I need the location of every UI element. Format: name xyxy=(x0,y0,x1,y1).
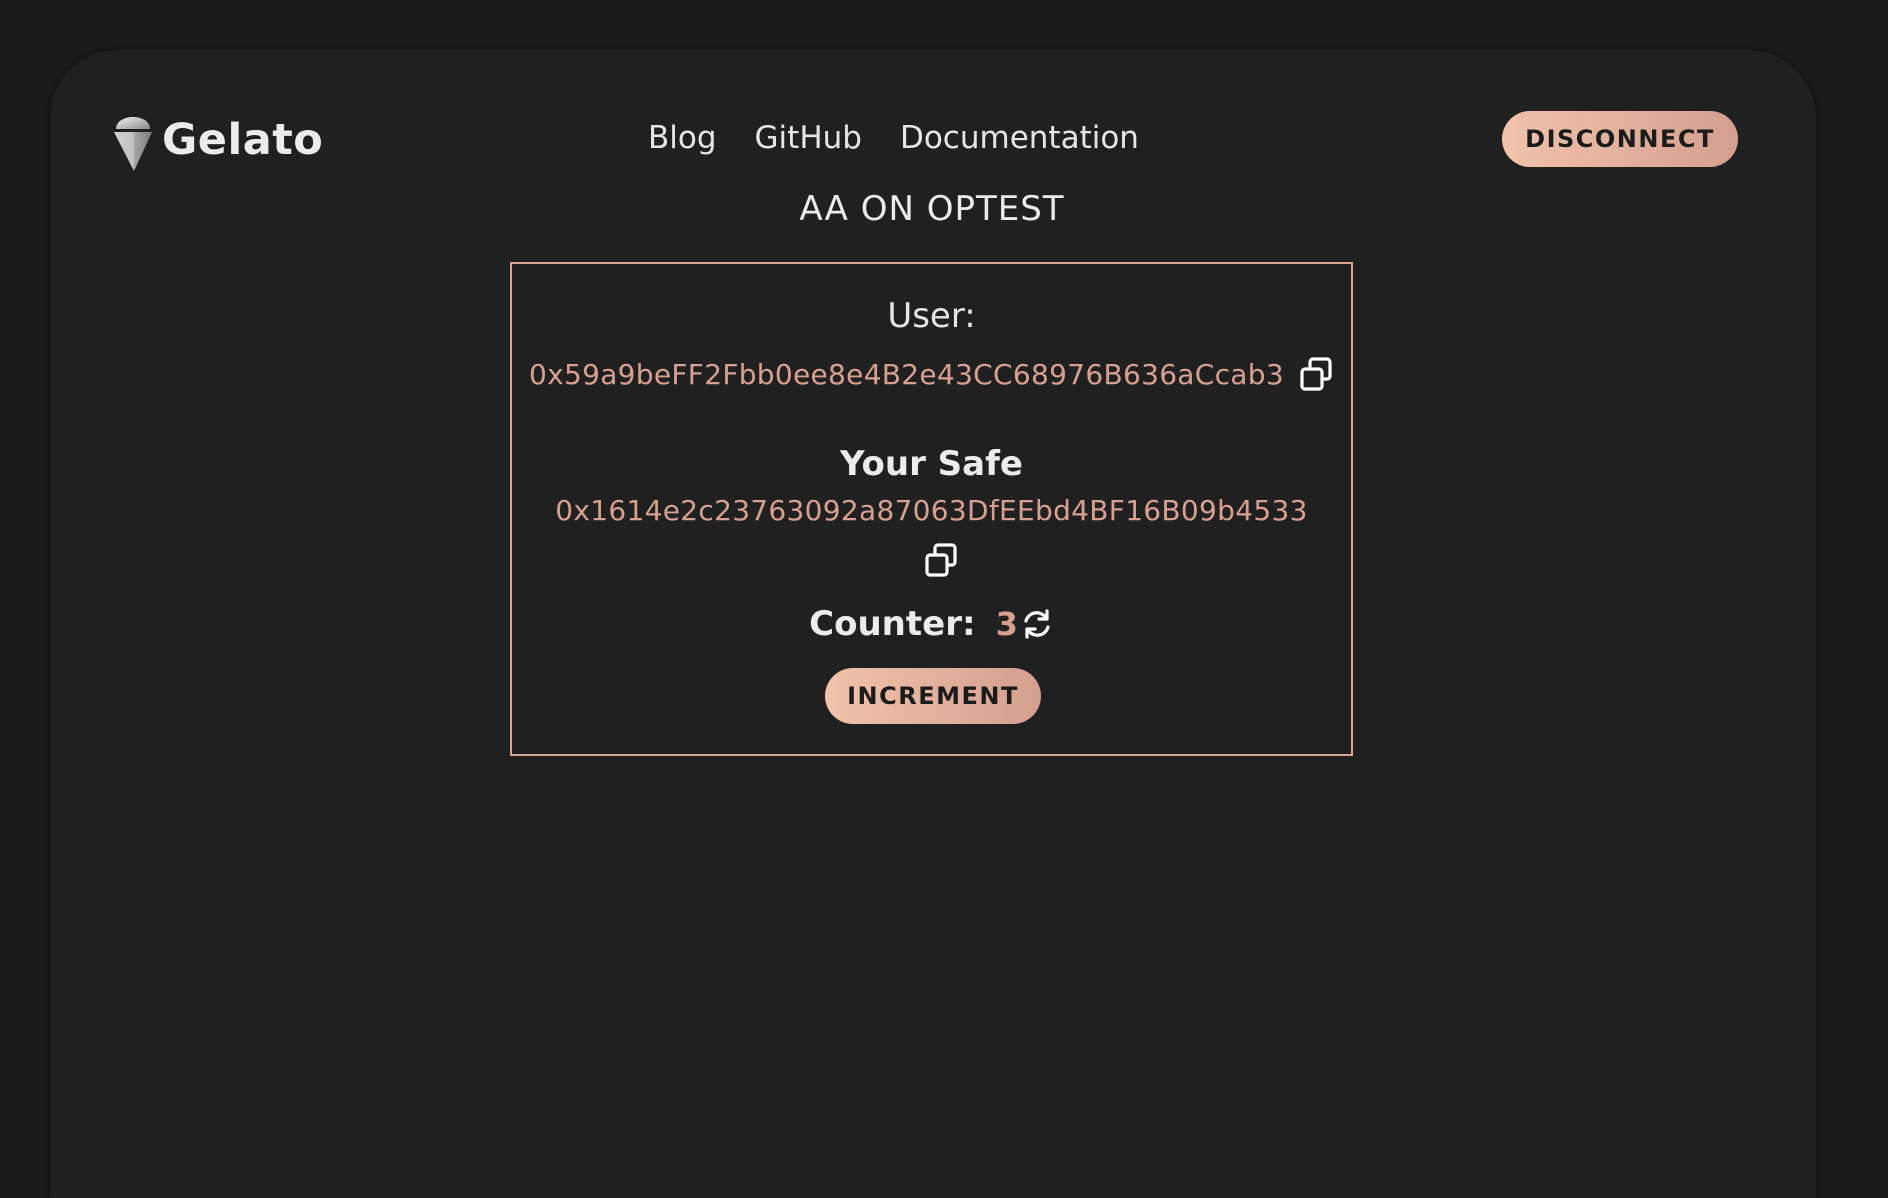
brand-name: Gelato xyxy=(162,115,324,165)
copy-icon[interactable] xyxy=(923,542,959,578)
user-label: User: xyxy=(887,296,976,336)
counter-row: Counter: 3 xyxy=(512,604,1351,644)
nav-link-documentation[interactable]: Documentation xyxy=(900,120,1139,156)
user-address-row: 0x59a9beFF2Fbb0ee8e4B2e43CC68976B636aCca… xyxy=(512,356,1351,392)
nav-link-github[interactable]: GitHub xyxy=(755,120,862,156)
nav-link-blog[interactable]: Blog xyxy=(648,120,717,156)
page-title: AA ON OPTEST xyxy=(799,189,1065,229)
safe-label: Your Safe xyxy=(840,444,1023,484)
top-nav: Blog GitHub Documentation xyxy=(648,120,1139,156)
ice-cream-cone-icon xyxy=(114,117,152,171)
brand-logo[interactable]: Gelato xyxy=(112,107,323,173)
counter-label: Counter: xyxy=(809,604,976,644)
disconnect-button[interactable]: DISCONNECT xyxy=(1502,111,1738,167)
increment-button[interactable]: INCREMENT xyxy=(825,668,1041,724)
copy-icon[interactable] xyxy=(1298,356,1334,392)
counter-value: 3 xyxy=(995,605,1018,643)
account-card: User: 0x59a9beFF2Fbb0ee8e4B2e43CC68976B6… xyxy=(510,262,1353,756)
user-address: 0x59a9beFF2Fbb0ee8e4B2e43CC68976B636aCca… xyxy=(529,357,1284,391)
safe-address: 0x1614e2c23763092a87063DfEEbd4BF16B09b45… xyxy=(555,494,1308,527)
refresh-icon[interactable] xyxy=(1020,607,1054,641)
